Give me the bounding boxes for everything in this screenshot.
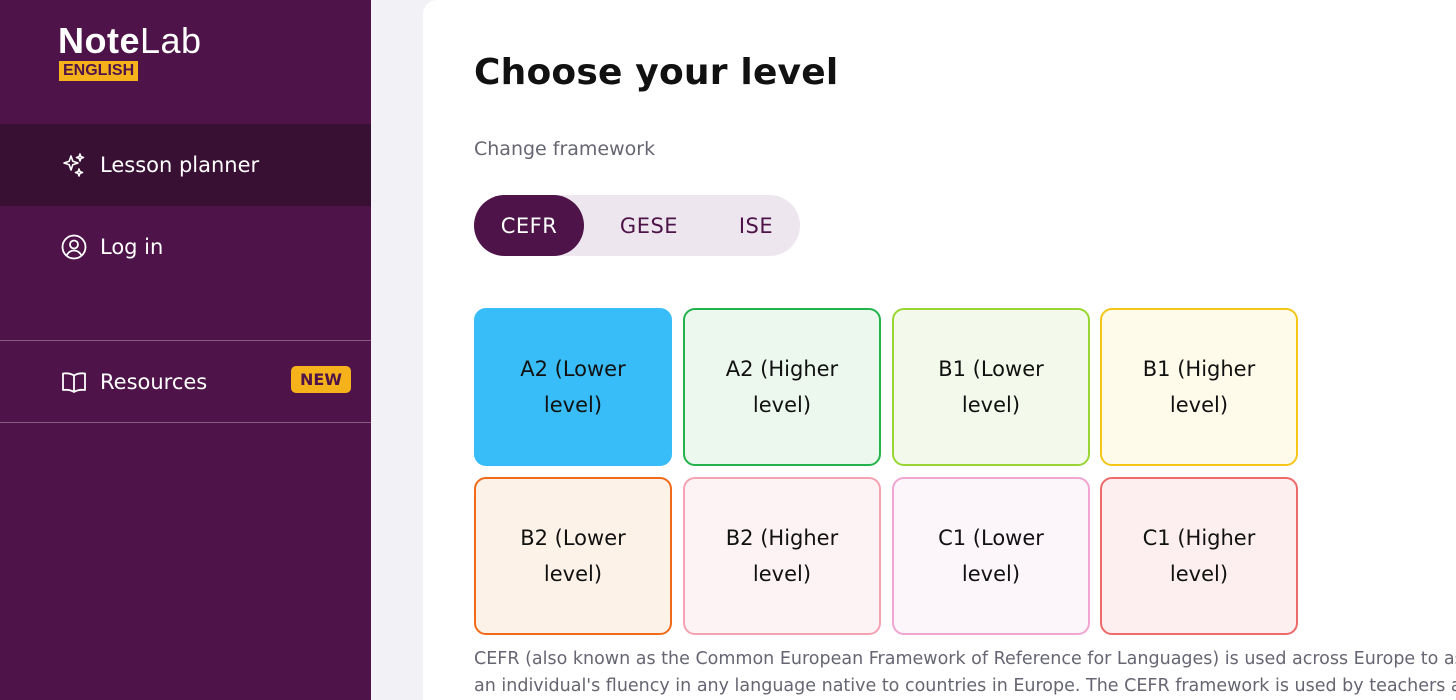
sidebar-item-label: Lesson planner <box>100 153 260 177</box>
level-card-a2-higher[interactable]: A2 (Higher level) <box>683 308 881 466</box>
framework-tab-cefr[interactable]: CEFR <box>474 195 584 256</box>
framework-tab-gese[interactable]: GESE <box>590 195 708 256</box>
change-framework-label: Change framework <box>474 138 656 160</box>
framework-switcher: CEFR GESE ISE <box>474 195 800 256</box>
level-card-b2-lower[interactable]: B2 (Lower level) <box>474 477 672 635</box>
book-open-icon <box>60 368 88 396</box>
level-card-c1-higher[interactable]: C1 (Higher level) <box>1100 477 1298 635</box>
main-panel: Choose your level Change framework CEFR … <box>423 0 1456 700</box>
sidebar-item-label: Resources <box>100 369 208 394</box>
level-card-a2-lower[interactable]: A2 (Lower level) <box>474 308 672 466</box>
sidebar-item-log-in[interactable]: Log in <box>0 206 371 288</box>
level-card-b2-higher[interactable]: B2 (Higher level) <box>683 477 881 635</box>
new-badge: NEW <box>291 366 351 393</box>
framework-tab-ise[interactable]: ISE <box>712 195 800 256</box>
logo-english-badge: ENGLISH <box>59 61 139 81</box>
level-card-b1-higher[interactable]: B1 (Higher level) <box>1100 308 1298 466</box>
logo-word-lab: Lab <box>140 20 202 61</box>
sidebar-item-lesson-planner[interactable]: Lesson planner <box>0 124 371 206</box>
description-line: an individual's fluency in any language … <box>474 676 1456 696</box>
notelab-logo[interactable]: NoteLab ENGLISH <box>58 22 202 81</box>
user-circle-icon <box>60 233 88 261</box>
sidebar-item-resources[interactable]: Resources NEW <box>0 341 371 422</box>
sidebar-item-label: Log in <box>100 235 164 259</box>
page-title: Choose your level <box>474 52 839 93</box>
level-card-b1-lower[interactable]: B1 (Lower level) <box>892 308 1090 466</box>
logo-word-note: Note <box>58 20 140 61</box>
description-line: CEFR (also known as the Common European … <box>474 649 1456 669</box>
framework-description: CEFR (also known as the Common European … <box>474 646 1456 700</box>
sidebar-divider <box>0 422 371 423</box>
level-card-c1-lower[interactable]: C1 (Lower level) <box>892 477 1090 635</box>
logo-wordmark: NoteLab <box>58 22 202 60</box>
sidebar: NoteLab ENGLISH Lesson planner Log in Re… <box>0 0 371 700</box>
sparkles-icon <box>60 151 88 179</box>
